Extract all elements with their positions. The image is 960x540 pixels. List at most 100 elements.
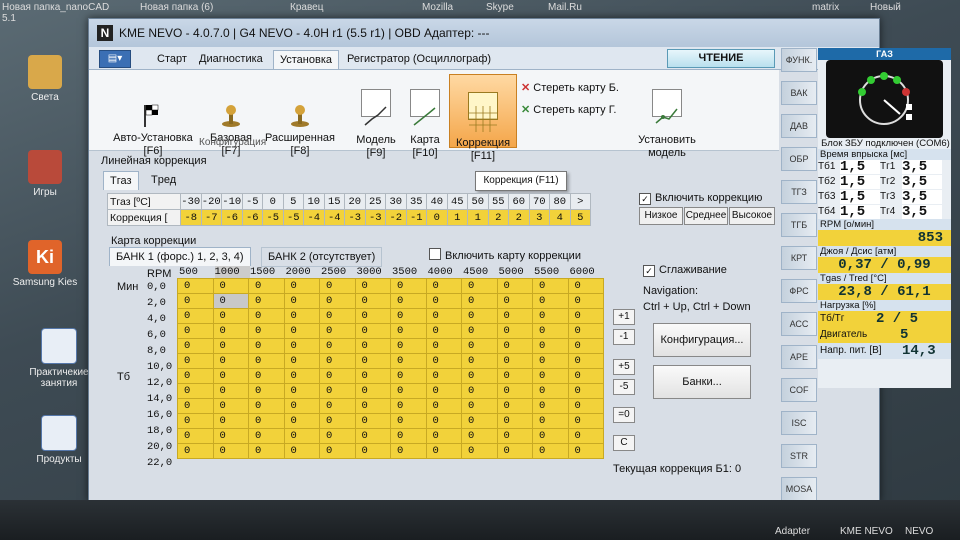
map-cell[interactable]: 0: [319, 428, 356, 444]
map-cell[interactable]: 0: [212, 413, 249, 429]
correction-cell[interactable]: -3: [344, 209, 366, 226]
side-tab[interactable]: MOSA: [781, 477, 817, 501]
map-cell[interactable]: 0: [319, 323, 356, 339]
map-cell[interactable]: 0: [390, 443, 427, 459]
map-cell[interactable]: 0: [461, 308, 498, 324]
correction-cell[interactable]: -8: [180, 209, 202, 226]
map-cell[interactable]: 0: [532, 413, 569, 429]
map-cell[interactable]: 0: [248, 308, 285, 324]
correction-cell[interactable]: 2: [508, 209, 530, 226]
map-cell[interactable]: 0: [496, 368, 533, 384]
map-cell[interactable]: 0: [567, 323, 604, 339]
map-cell[interactable]: 0: [496, 428, 533, 444]
map-cell[interactable]: 0: [461, 413, 498, 429]
desktop-icon-products[interactable]: Продукты: [24, 415, 94, 465]
map-cell[interactable]: 0: [248, 443, 285, 459]
map-cell[interactable]: 0: [461, 368, 498, 384]
map-cell[interactable]: 0: [390, 413, 427, 429]
map-cell[interactable]: 0: [425, 338, 462, 354]
map-cell[interactable]: 0: [532, 293, 569, 309]
map-cell[interactable]: 0: [390, 323, 427, 339]
desktop-label-folder6[interactable]: Новая папка (6): [140, 2, 213, 13]
desktop-label-matrix[interactable]: matrix: [812, 2, 839, 13]
map-cell[interactable]: 0: [177, 443, 214, 459]
map-cell[interactable]: 0: [248, 428, 285, 444]
map-cell[interactable]: 0: [319, 308, 356, 324]
side-tab[interactable]: АСС: [781, 312, 817, 336]
minus5-button[interactable]: -5: [613, 379, 635, 395]
map-cell[interactable]: 0: [283, 383, 320, 399]
side-tab[interactable]: ОБР: [781, 147, 817, 171]
map-cell[interactable]: 0: [354, 383, 391, 399]
model-button[interactable]: Модель [F9]: [351, 76, 401, 160]
tab-recorder[interactable]: Регистратор (Осциллограф): [341, 50, 497, 68]
map-cell[interactable]: 0: [212, 383, 249, 399]
read-button[interactable]: ЧТЕНИЕ: [667, 49, 775, 68]
map-cell[interactable]: 0: [354, 368, 391, 384]
map-cell[interactable]: 0: [212, 293, 249, 309]
tab-bank2[interactable]: БАНК 2 (отсутствует): [261, 247, 383, 267]
correction-cell[interactable]: -6: [241, 209, 263, 226]
correction-button[interactable]: Коррекция [F11]: [449, 74, 517, 162]
map-cell[interactable]: 0: [283, 413, 320, 429]
desktop-label-mozilla[interactable]: Mozilla: [422, 2, 453, 13]
map-cell[interactable]: 0: [354, 293, 391, 309]
correction-cell[interactable]: 1: [467, 209, 489, 226]
map-cell[interactable]: 0: [390, 308, 427, 324]
side-tab[interactable]: ФУНК.: [781, 48, 817, 72]
map-cell[interactable]: 0: [496, 323, 533, 339]
map-cell[interactable]: 0: [532, 308, 569, 324]
map-cell[interactable]: 0: [248, 368, 285, 384]
map-cell[interactable]: 0: [354, 443, 391, 459]
correction-cell[interactable]: 2: [487, 209, 509, 226]
map-cell[interactable]: 0: [177, 323, 214, 339]
map-cell[interactable]: 0: [532, 323, 569, 339]
correction-cell[interactable]: -7: [200, 209, 222, 226]
correction-cell[interactable]: -3: [364, 209, 386, 226]
erase-map-g-button[interactable]: ✕ Стереть карту Г.: [521, 104, 616, 117]
map-cell[interactable]: 0: [532, 368, 569, 384]
map-cell[interactable]: 0: [212, 323, 249, 339]
smoothing-checkbox[interactable]: ✓ Сглаживание: [643, 264, 727, 277]
desktop-label-mailru[interactable]: Mail.Ru: [548, 2, 582, 13]
correction-cell[interactable]: 5: [569, 209, 591, 226]
map-cell[interactable]: 0: [354, 398, 391, 414]
correction-cell[interactable]: 3: [528, 209, 550, 226]
correction-cell[interactable]: -6: [221, 209, 243, 226]
map-cell[interactable]: 0: [425, 428, 462, 444]
correction-cell[interactable]: 1: [446, 209, 468, 226]
desktop-icon-games[interactable]: Игры: [10, 150, 80, 198]
map-cell[interactable]: 0: [283, 338, 320, 354]
map-cell[interactable]: 0: [425, 368, 462, 384]
map-cell[interactable]: 0: [567, 293, 604, 309]
map-cell[interactable]: 0: [283, 293, 320, 309]
map-cell[interactable]: 0: [461, 443, 498, 459]
configuration-button[interactable]: Конфигурация...: [653, 323, 751, 357]
minus1-button[interactable]: -1: [613, 329, 635, 345]
correction-cell[interactable]: 0: [426, 209, 448, 226]
map-cell[interactable]: 0: [532, 278, 569, 294]
map-cell[interactable]: 0: [319, 443, 356, 459]
correction-cell[interactable]: -5: [262, 209, 284, 226]
map-cell[interactable]: 0: [354, 323, 391, 339]
map-cell[interactable]: 0: [461, 338, 498, 354]
map-cell[interactable]: 0: [354, 278, 391, 294]
map-cell[interactable]: 0: [532, 338, 569, 354]
map-button[interactable]: Карта [F10]: [405, 76, 445, 160]
map-cell[interactable]: 0: [461, 353, 498, 369]
correction-cell[interactable]: -4: [323, 209, 345, 226]
map-cell[interactable]: 0: [567, 368, 604, 384]
map-cell[interactable]: 0: [177, 398, 214, 414]
map-cell[interactable]: 0: [283, 323, 320, 339]
map-cell[interactable]: 0: [567, 353, 604, 369]
map-cell[interactable]: 0: [461, 428, 498, 444]
correction-cell[interactable]: -5: [282, 209, 304, 226]
map-cell[interactable]: 0: [212, 278, 249, 294]
tab-diagnostics[interactable]: Диагностика: [193, 50, 269, 68]
map-cell[interactable]: 0: [425, 293, 462, 309]
desktop-label-new[interactable]: Новый: [870, 2, 901, 13]
map-cell[interactable]: 0: [177, 428, 214, 444]
side-tab[interactable]: ВАК: [781, 81, 817, 105]
map-cell[interactable]: 0: [177, 278, 214, 294]
side-tab[interactable]: ДАВ: [781, 114, 817, 138]
